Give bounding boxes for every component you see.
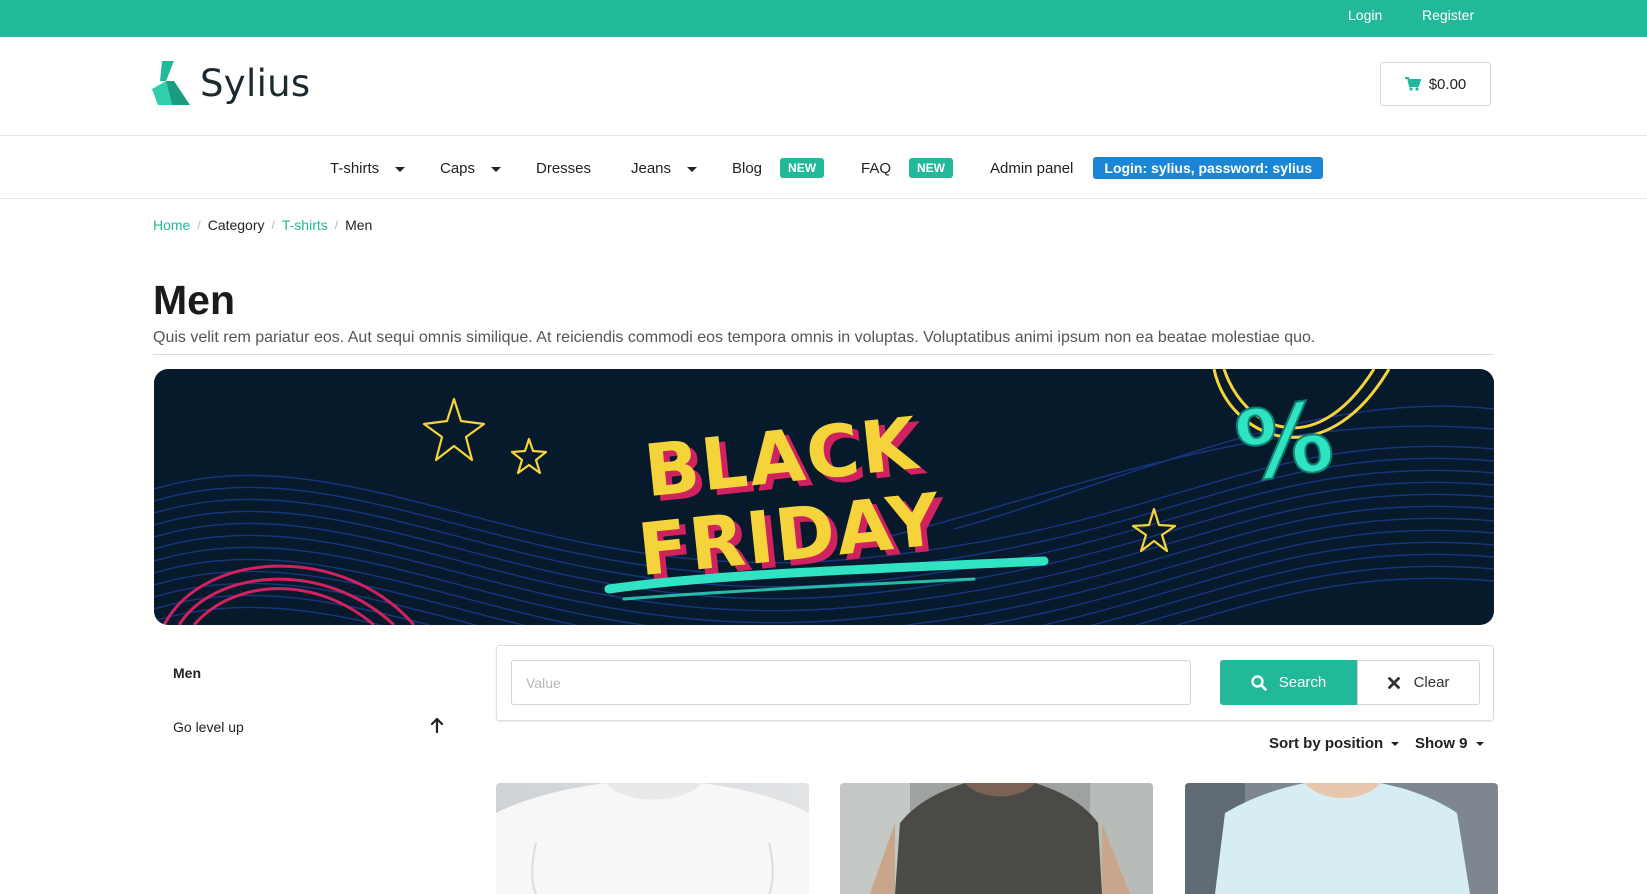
filter-panel: Search Clear xyxy=(496,645,1494,721)
arrow-up-icon[interactable] xyxy=(430,717,444,733)
site-header: Sylius $0.00 xyxy=(0,37,1647,136)
sidebar-current-category: Men xyxy=(173,665,201,681)
breadcrumb-category: Category xyxy=(207,217,265,233)
cart-total: $0.00 xyxy=(1428,75,1467,93)
nav-item-admin-panel[interactable]: Admin panel Login: sylius, password: syli… xyxy=(990,157,1324,179)
percent-symbol: % xyxy=(1229,380,1340,504)
credentials-badge: Login: sylius, password: sylius xyxy=(1093,157,1324,179)
product-card[interactable] xyxy=(1185,783,1498,894)
new-badge: NEW xyxy=(780,158,825,178)
show-dropdown[interactable]: Show 9 xyxy=(1415,735,1484,752)
login-link[interactable]: Login xyxy=(1348,7,1382,23)
product-image xyxy=(840,783,1153,894)
new-badge: NEW xyxy=(909,158,954,178)
breadcrumb-separator: / xyxy=(271,218,275,232)
sylius-logo-icon xyxy=(152,61,190,105)
sort-dropdown[interactable]: Sort by position xyxy=(1269,735,1400,752)
sidebar-go-level-up[interactable]: Go level up xyxy=(173,719,244,735)
breadcrumb-separator: / xyxy=(334,218,339,232)
nav-item-caps[interactable]: Caps xyxy=(440,160,502,177)
breadcrumb: Home / Category / T-shirts / Men xyxy=(153,217,372,233)
black-friday-banner[interactable]: % BLACK BLACK FRIDAY FRIDAY xyxy=(154,369,1494,625)
sylius-logo[interactable]: Sylius xyxy=(152,61,310,105)
clear-button[interactable]: Clear xyxy=(1357,660,1480,705)
divider xyxy=(153,354,1494,355)
clear-button-label: Clear xyxy=(1413,674,1450,691)
nav-item-jeans[interactable]: Jeans xyxy=(631,160,698,177)
chevron-down-icon xyxy=(491,166,502,172)
banner-graphic: % BLACK BLACK FRIDAY FRIDAY xyxy=(154,369,1494,625)
page-title: Men xyxy=(153,277,235,323)
register-link[interactable]: Register xyxy=(1422,7,1474,23)
nav-item-label: Blog xyxy=(732,159,763,177)
cart-button[interactable]: $0.00 xyxy=(1380,62,1491,106)
nav-item-dresses[interactable]: Dresses xyxy=(536,160,591,177)
nav-item-label: T-shirts xyxy=(330,160,380,177)
top-bar: Login Register xyxy=(0,0,1647,37)
search-input[interactable] xyxy=(511,660,1191,705)
nav-item-label: Admin panel xyxy=(990,159,1074,177)
nav-item-faq[interactable]: FAQ NEW xyxy=(861,158,954,178)
page-description: Quis velit rem pariatur eos. Aut sequi o… xyxy=(153,329,1316,346)
breadcrumb-current: Men xyxy=(345,217,373,233)
nav-item-label: Jeans xyxy=(631,160,672,177)
chevron-down-icon xyxy=(1391,742,1400,746)
main-nav: T-shirts Caps Dresses Jeans Blog NEW FAQ N… xyxy=(0,136,1647,199)
chevron-down-icon xyxy=(395,166,406,172)
breadcrumb-home[interactable]: Home xyxy=(153,217,190,233)
logo-text: Sylius xyxy=(200,61,311,105)
nav-item-label: Caps xyxy=(440,160,476,177)
product-image xyxy=(496,783,809,894)
breadcrumb-separator: / xyxy=(197,218,201,232)
nav-item-tshirts[interactable]: T-shirts xyxy=(330,160,406,177)
chevron-down-icon xyxy=(1475,742,1484,746)
search-button[interactable]: Search xyxy=(1220,660,1357,705)
search-button-label: Search xyxy=(1278,674,1327,691)
nav-item-label: Dresses xyxy=(536,160,592,177)
product-card[interactable] xyxy=(496,783,809,894)
nav-item-blog[interactable]: Blog NEW xyxy=(732,158,825,178)
close-icon xyxy=(1387,676,1400,689)
cart-icon xyxy=(1404,77,1421,91)
nav-item-label: FAQ xyxy=(861,159,892,177)
chevron-down-icon xyxy=(687,166,698,172)
product-card[interactable] xyxy=(840,783,1153,894)
breadcrumb-tshirts[interactable]: T-shirts xyxy=(282,217,328,233)
search-icon xyxy=(1251,674,1267,691)
product-image xyxy=(1185,783,1498,894)
show-label: Show 9 xyxy=(1415,735,1468,752)
sort-label: Sort by position xyxy=(1269,735,1384,752)
